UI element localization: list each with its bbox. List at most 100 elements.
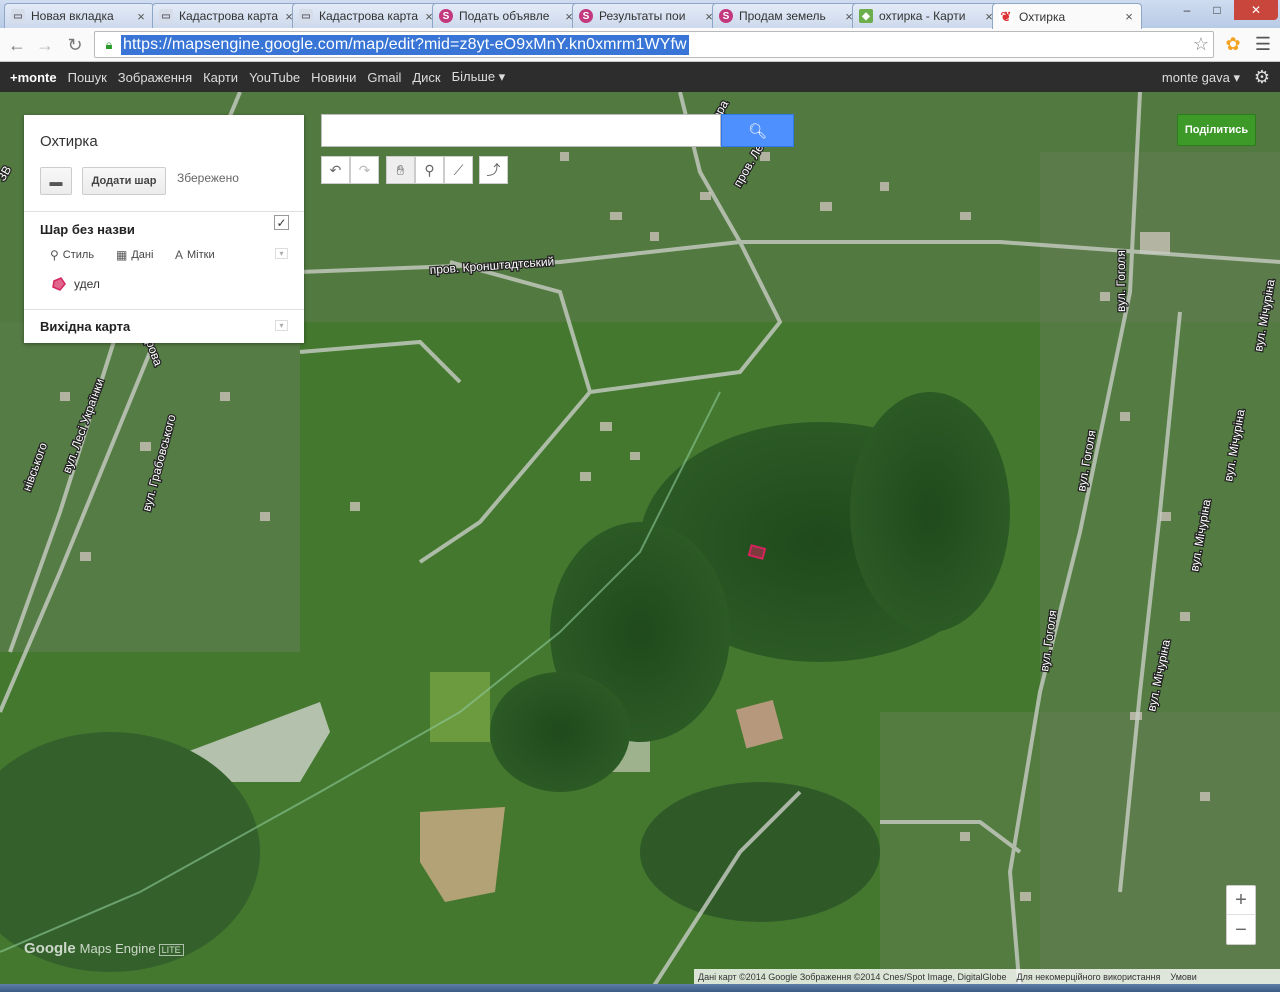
tab-title: Продам земель xyxy=(739,9,826,23)
directions-icon: ⤴ xyxy=(486,162,501,178)
hand-icon: ✋︎ xyxy=(396,161,405,178)
directions-button[interactable]: ⤴ xyxy=(479,156,508,184)
back-arrow-icon[interactable]: ← xyxy=(4,32,30,58)
tab-title: Результаты пои xyxy=(599,9,686,23)
tab-post-ad[interactable]: S Подать объявле × xyxy=(432,3,582,28)
tab-new[interactable]: ▭ Новая вкладка × xyxy=(4,3,154,28)
user-account-menu[interactable]: monte gava ▾ xyxy=(1162,70,1240,86)
forward-arrow-icon[interactable]: → xyxy=(32,32,58,58)
layer-style-button[interactable]: ⚲ Стиль xyxy=(50,248,94,262)
page-icon: ▭ xyxy=(159,9,173,23)
tab-title: Кадастрова карта xyxy=(319,9,419,23)
gbar-link-plus[interactable]: +monte xyxy=(10,70,57,85)
google-logo-text: Google xyxy=(24,940,76,957)
polygon-icon xyxy=(52,277,66,291)
feature-item[interactable]: удел xyxy=(52,277,100,291)
label-icon: A xyxy=(175,248,184,262)
add-layer-button[interactable]: Додати шар xyxy=(82,167,166,195)
reload-icon[interactable]: ↻ xyxy=(62,32,88,58)
gbar-link-more[interactable]: Більше ▾ xyxy=(452,69,506,85)
layer-labels-button[interactable]: A Мітки xyxy=(175,248,215,262)
address-bar[interactable]: 🔒︎ https://mapsengine.google.com/map/edi… xyxy=(94,31,1214,58)
maximize-button[interactable]: □ xyxy=(1202,0,1232,20)
site-s-icon: S xyxy=(439,9,453,23)
page-icon: ▭ xyxy=(11,9,25,23)
style-pin-icon: ⚲ xyxy=(50,248,59,262)
lite-badge: LITE xyxy=(158,944,184,956)
tab-title: Подать объявле xyxy=(459,9,550,23)
gbar-link-drive[interactable]: Диск xyxy=(412,70,440,85)
undo-button[interactable]: ↶ xyxy=(321,156,350,184)
product-name: Maps Engine xyxy=(79,941,156,956)
zoom-in-button[interactable]: + xyxy=(1227,886,1255,915)
noncommercial-notice: Для некомерційного використання xyxy=(1016,971,1161,982)
redo-button[interactable]: ↷ xyxy=(350,156,379,184)
basemap-label[interactable]: Вихідна карта xyxy=(40,319,130,334)
tab-title: Охтирка xyxy=(1019,9,1066,24)
os-taskbar xyxy=(0,984,1280,992)
close-window-button[interactable]: ✕ xyxy=(1234,0,1278,20)
tab-search-results[interactable]: S Результаты пои × xyxy=(572,3,722,28)
layer-name[interactable]: Шар без назви xyxy=(40,222,135,237)
add-marker-button[interactable]: ⚲ xyxy=(415,156,444,184)
tab-land-sale[interactable]: S Продам земель × xyxy=(712,3,862,28)
gbar-link-news[interactable]: Новини xyxy=(311,70,356,85)
layers-panel: Охтирка ▬ Додати шар Збережено Шар без н… xyxy=(24,115,304,343)
folder-icon: ▬ xyxy=(49,173,63,189)
table-grid-icon: ▦ xyxy=(116,248,128,262)
url-text[interactable]: https://mapsengine.google.com/map/edit?m… xyxy=(121,34,689,55)
gbar-link-youtube[interactable]: YouTube xyxy=(249,70,300,85)
chrome-menu-icon[interactable]: ☰ xyxy=(1252,33,1274,55)
undo-icon: ↶ xyxy=(329,161,342,178)
divider xyxy=(24,309,304,310)
gbar-link-images[interactable]: Зображення xyxy=(118,70,192,85)
search-icon: 🔍︎ xyxy=(747,122,768,140)
saved-status: Збережено xyxy=(177,171,239,185)
tab-title: Новая вкладка xyxy=(31,9,114,23)
search-button[interactable]: 🔍︎ xyxy=(721,114,794,147)
redo-icon: ↷ xyxy=(358,161,371,178)
tab-cadastral-2[interactable]: ▭ Кадастрова карта × xyxy=(292,3,442,28)
layer-action-label: Дані xyxy=(131,249,154,261)
layer-action-label: Мітки xyxy=(187,249,215,261)
search-input[interactable] xyxy=(321,114,721,147)
page-icon: ▭ xyxy=(299,9,313,23)
layer-options-dropdown-icon[interactable]: ▾ xyxy=(275,248,288,259)
minimize-button[interactable]: – xyxy=(1172,0,1202,20)
site-s-icon: S xyxy=(719,9,733,23)
basemap-dropdown-icon[interactable]: ▾ xyxy=(275,320,288,331)
extension-icon[interactable]: ✿ xyxy=(1222,33,1244,55)
gbar-link-gmail[interactable]: Gmail xyxy=(367,70,401,85)
draw-line-button[interactable]: ⟋ xyxy=(444,156,473,184)
browser-tab-strip: ▭ Новая вкладка × ▭ Кадастрова карта × ▭… xyxy=(0,0,1280,29)
pan-tool-button[interactable]: ✋︎ xyxy=(386,156,415,184)
open-map-button[interactable]: ▬ xyxy=(40,167,72,195)
feature-label: удел xyxy=(74,277,100,291)
terms-link[interactable]: Умови xyxy=(1170,972,1196,982)
settings-gear-icon[interactable]: ⚙ xyxy=(1254,67,1270,88)
lock-icon: 🔒︎ xyxy=(105,36,113,52)
bookmark-star-icon[interactable]: ☆ xyxy=(1193,34,1209,55)
map-data-attribution: Дані карт ©2014 Google Зображення ©2014 … xyxy=(698,971,1007,982)
browser-toolbar: ← → ↻ 🔒︎ https://mapsengine.google.com/m… xyxy=(0,28,1280,62)
tab-cadastral-1[interactable]: ▭ Кадастрова карта × xyxy=(152,3,302,28)
tab-google-maps[interactable]: ◆ охтирка - Карти × xyxy=(852,3,1002,28)
map-title[interactable]: Охтирка xyxy=(40,133,98,150)
layer-data-button[interactable]: ▦ Дані xyxy=(116,248,153,262)
tab-mapsengine-active[interactable]: ❦ Охтирка × xyxy=(992,3,1142,29)
tab-close-icon[interactable]: × xyxy=(1123,9,1135,24)
site-s-icon: S xyxy=(579,9,593,23)
share-button[interactable]: Поділитись xyxy=(1177,114,1256,146)
gbar-link-search[interactable]: Пошук xyxy=(68,70,107,85)
map-attribution: Дані карт ©2014 Google Зображення ©2014 … xyxy=(694,969,1280,984)
tab-title: охтирка - Карти xyxy=(879,9,966,23)
layer-visibility-checkbox[interactable]: ✓ xyxy=(274,215,289,230)
divider xyxy=(24,211,304,212)
tab-close-icon[interactable]: × xyxy=(135,9,147,24)
gbar-link-maps[interactable]: Карти xyxy=(203,70,238,85)
zoom-control: + − xyxy=(1226,885,1256,945)
mapsengine-logo: Google Maps Engine LITE xyxy=(24,940,184,957)
mapsengine-icon: ❦ xyxy=(999,8,1013,24)
zoom-out-button[interactable]: − xyxy=(1227,916,1255,945)
tab-title: Кадастрова карта xyxy=(179,9,279,23)
